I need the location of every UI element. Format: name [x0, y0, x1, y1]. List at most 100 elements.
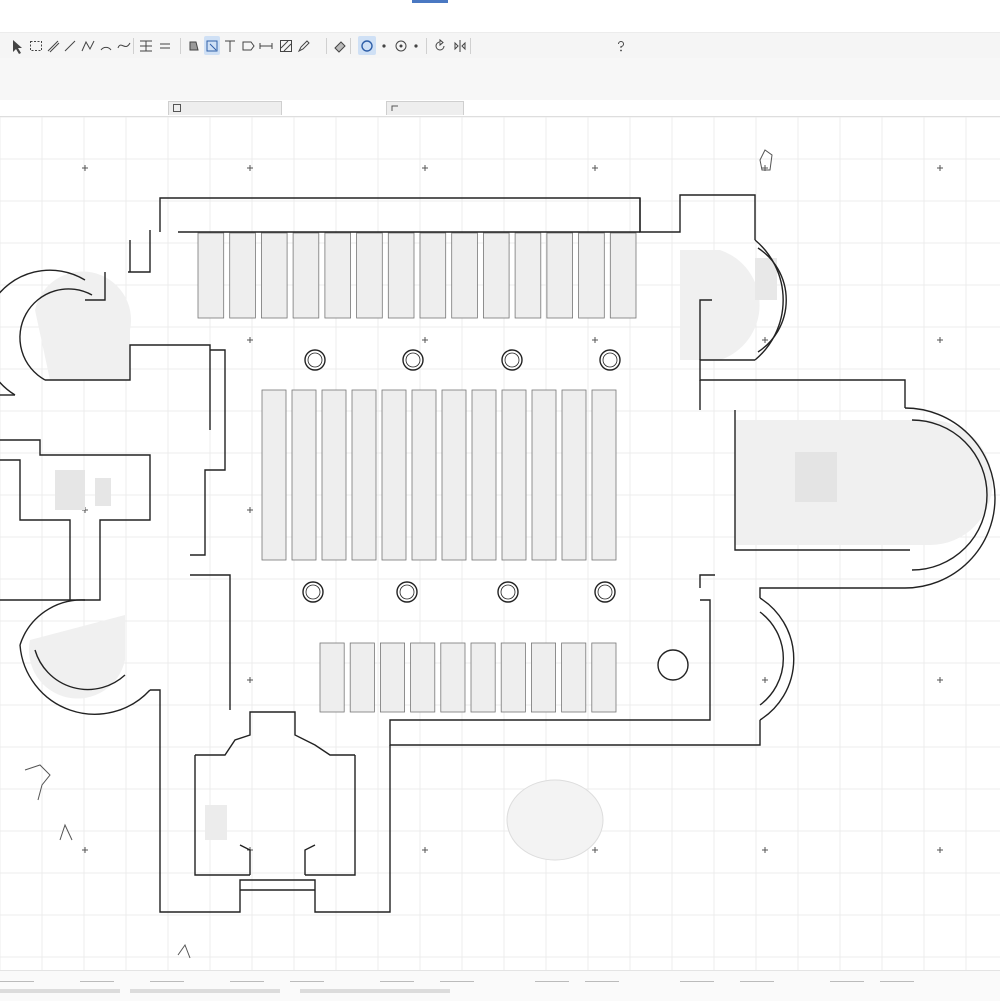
grid-marker: [937, 677, 943, 683]
pew-block: [531, 389, 557, 561]
pew-block: [324, 232, 351, 319]
grid-marker: [82, 847, 88, 853]
grid-marker: [422, 165, 428, 171]
pew-block: [291, 389, 317, 561]
pew-block: [514, 232, 542, 319]
pew-block: [470, 642, 496, 713]
pew-block: [349, 642, 375, 713]
status-tick: [380, 974, 414, 982]
grid-marker: [422, 337, 428, 343]
status-readout: [0, 989, 120, 993]
equal-tool-button[interactable]: [158, 36, 172, 55]
status-tick: [535, 974, 569, 982]
pen-tool-button[interactable]: [296, 36, 312, 55]
status-tick: [150, 974, 184, 982]
wall-tool-button[interactable]: [46, 36, 60, 55]
pew-block: [229, 232, 256, 319]
text-tool-button[interactable]: [222, 36, 238, 55]
spline-icon: [116, 38, 132, 54]
select-tool-button[interactable]: [204, 36, 220, 55]
pew-block: [419, 232, 447, 319]
grid-marker: [937, 337, 943, 343]
pew-block: [381, 389, 407, 561]
toolbar-separator: [470, 38, 471, 54]
erase-tool-button[interactable]: [332, 36, 348, 55]
arc-tool-button[interactable]: [98, 36, 114, 55]
pew-block: [451, 232, 478, 319]
spline-tool-button[interactable]: [116, 36, 132, 55]
circle-tool-button[interactable]: [358, 36, 376, 55]
mirror-tool-button[interactable]: [452, 36, 468, 55]
pew-block: [441, 389, 467, 561]
pew-block: [500, 642, 526, 713]
status-readout: [130, 989, 280, 993]
status-readout-row: [0, 986, 1000, 997]
pew-block: [321, 389, 347, 561]
pew-block: [261, 389, 287, 561]
pew-block: [471, 389, 497, 561]
rotate-tool-button[interactable]: [432, 36, 448, 55]
pew-block: [351, 389, 377, 561]
pew-block: [531, 642, 557, 713]
status-tick: [740, 974, 774, 982]
marquee-tool-button[interactable]: [28, 36, 44, 55]
line-tool-button[interactable]: [62, 36, 78, 55]
pew-block: [501, 389, 527, 561]
circle-icon: [359, 38, 375, 54]
label-icon: [240, 38, 256, 54]
target-icon: [393, 38, 409, 54]
select-icon: [204, 38, 220, 54]
pew-blocks: [197, 232, 637, 713]
marquee-icon: [28, 38, 44, 54]
info-box-bar: [0, 58, 1000, 100]
pew-block: [578, 232, 605, 319]
grid-tool-button[interactable]: [138, 36, 154, 55]
toolbar-separator: [180, 38, 181, 54]
label-tool-button[interactable]: [240, 36, 256, 55]
tab-floor-plan[interactable]: [168, 101, 282, 115]
pew-block: [482, 232, 510, 319]
title-strip: [0, 0, 1000, 32]
main-toolbar: [0, 32, 1000, 60]
pew-block: [292, 232, 320, 319]
window-accent-mark: [412, 0, 448, 3]
section-icon: [391, 104, 399, 114]
dimension-icon: [258, 38, 274, 54]
target-tool-button[interactable]: [394, 36, 408, 55]
grid-marker: [592, 165, 598, 171]
grid-marker: [422, 847, 428, 853]
polyline-icon: [80, 38, 96, 54]
dot-tool-button[interactable]: [410, 36, 422, 55]
dot-tool-button[interactable]: [378, 36, 390, 55]
dimension-tool-button[interactable]: [258, 36, 274, 55]
arrow-icon: [10, 38, 26, 54]
fill-tool-button[interactable]: [186, 36, 202, 55]
polyline-tool-button[interactable]: [80, 36, 96, 55]
line-icon: [62, 38, 78, 54]
grid-marker: [592, 847, 598, 853]
hatch-tool-button[interactable]: [278, 36, 294, 55]
column-pier: [657, 649, 689, 681]
status-tick: [585, 974, 619, 982]
pew-block: [197, 232, 225, 319]
pew-block: [260, 232, 288, 319]
arrow-tool-button[interactable]: [10, 36, 26, 55]
rotate-icon: [432, 38, 448, 54]
pew-block: [356, 232, 383, 319]
pew-block: [561, 389, 587, 561]
grid-marker: [762, 847, 768, 853]
help-icon: [613, 38, 629, 54]
status-readout: [300, 989, 450, 993]
pew-row-north: [197, 232, 637, 319]
erase-icon: [332, 38, 348, 54]
drawing-canvas[interactable]: [0, 117, 1000, 970]
help-tool-button[interactable]: [614, 36, 628, 55]
tab-section[interactable]: [386, 101, 464, 115]
grid-marker: [762, 337, 768, 343]
toolbar-separator: [350, 38, 351, 54]
equal-icon: [157, 38, 173, 54]
status-tick: [230, 974, 264, 982]
grid-marker: [937, 847, 943, 853]
dot-icon: [408, 38, 424, 54]
pew-block: [546, 232, 574, 319]
